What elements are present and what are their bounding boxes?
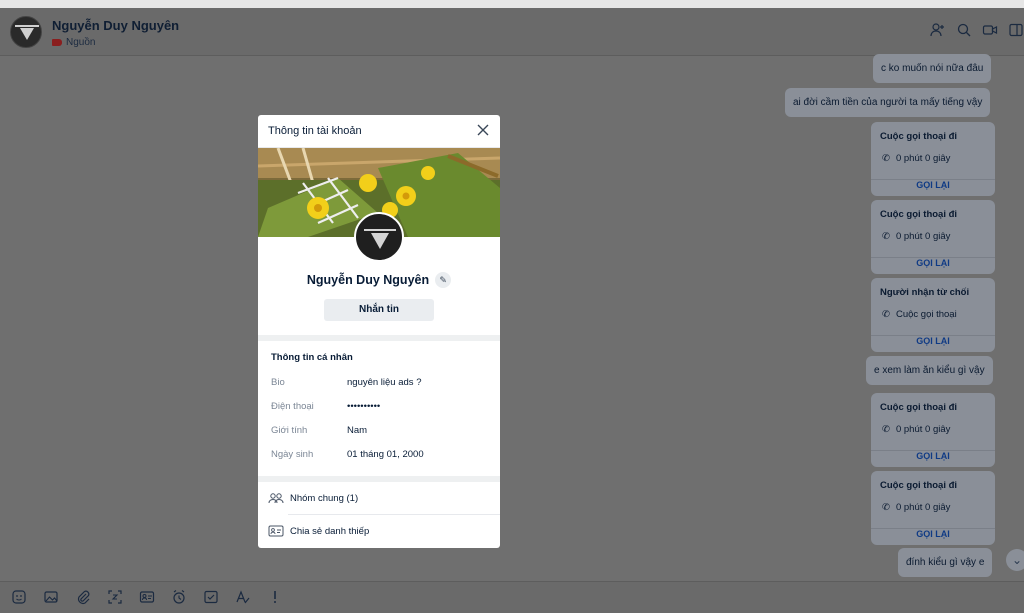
account-info-dialog: Thông tin tài khoản Nguyễn Duy Nguyên ✎ — [258, 115, 500, 548]
sidebar-toggle-icon[interactable] — [1008, 22, 1024, 38]
contact-card-icon[interactable] — [138, 589, 156, 607]
call-title: Người nhận từ chối — [880, 287, 970, 298]
chevron-down-icon: ⌄ — [1011, 553, 1023, 567]
call-back-button[interactable]: GỌI LẠI — [871, 450, 995, 461]
text-format-icon[interactable] — [234, 589, 252, 607]
phone-outgoing-icon: ✆ — [882, 231, 890, 242]
contact-card-icon — [268, 525, 284, 537]
attachment-icon[interactable] — [74, 589, 92, 607]
phone-outgoing-icon: ✆ — [882, 502, 890, 513]
share-card-row[interactable]: Chia sẻ danh thiếp — [268, 525, 369, 537]
task-check-icon[interactable] — [202, 589, 220, 607]
info-row-birthday: Ngày sinh 01 tháng 01, 2000 — [271, 449, 424, 460]
call-detail: ✆ 0 phút 0 giây — [882, 502, 951, 513]
call-bubble: Cuộc gọi thoại đi ✆ 0 phút 0 giây GỌI LẠI — [871, 122, 995, 196]
call-bubble: Cuộc gọi thoại đi ✆ 0 phút 0 giây GỌI LẠI — [871, 200, 995, 274]
search-icon[interactable] — [956, 22, 972, 38]
message-text: e xem làm ăn kiểu gì vậy — [874, 365, 985, 376]
call-back-button[interactable]: GỌI LẠI — [871, 179, 995, 190]
chat-header: Nguyễn Duy Nguyên Nguồn — [0, 8, 1024, 56]
info-row-phone: Điện thoại •••••••••• — [271, 401, 380, 412]
contact-avatar[interactable] — [10, 16, 42, 48]
row-divider — [288, 514, 500, 515]
sticker-icon[interactable] — [10, 589, 28, 607]
call-back-button[interactable]: GỌI LẠI — [871, 335, 995, 346]
reminder-clock-icon[interactable] — [170, 589, 188, 607]
video-call-icon[interactable] — [982, 22, 998, 38]
message-bubble[interactable]: đính kiểu gì vậy e — [898, 548, 993, 577]
call-title: Cuộc gọi thoại đi — [880, 480, 958, 491]
dialog-title: Thông tin tài khoản — [268, 125, 362, 137]
send-message-button[interactable]: Nhắn tin — [324, 299, 434, 321]
info-label: Ngày sinh — [271, 449, 314, 460]
header-actions — [930, 22, 1024, 38]
composer-toolbar — [0, 581, 1024, 613]
profile-avatar[interactable] — [354, 212, 404, 262]
call-bubble: Cuộc gọi thoại đi ✆ 0 phút 0 giây GỌI LẠI — [871, 393, 995, 467]
profile-name-row: Nguyễn Duy Nguyên ✎ — [258, 272, 500, 288]
call-back-button[interactable]: GỌI LẠI — [871, 528, 995, 539]
image-icon[interactable] — [42, 589, 60, 607]
info-value: Nam — [347, 425, 368, 436]
contact-tag[interactable]: Nguồn — [52, 37, 95, 48]
message-bubble[interactable]: e xem làm ăn kiểu gì vậy — [866, 356, 993, 385]
call-back-button[interactable]: GỌI LẠI — [871, 257, 995, 268]
info-value: •••••••••• — [347, 401, 381, 412]
call-title: Cuộc gọi thoại đi — [880, 131, 958, 142]
info-value: 01 tháng 01, 2000 — [347, 449, 424, 460]
message-text: c ko muốn nói nữa đâu — [881, 63, 984, 74]
call-bubble: Người nhận từ chối ✆ Cuộc gọi thoại GỌI L… — [871, 278, 995, 352]
common-groups-label: Nhóm chung (1) — [290, 492, 359, 504]
tag-icon — [52, 39, 62, 46]
info-value: nguyên liệu ads ? — [347, 377, 422, 388]
info-row-gender: Giới tính Nam — [271, 425, 367, 436]
close-icon[interactable] — [474, 121, 492, 139]
info-label: Bio — [271, 377, 285, 388]
tag-label: Nguồn — [66, 37, 96, 48]
edit-pencil-icon[interactable]: ✎ — [435, 272, 452, 288]
message-text: đính kiểu gì vậy e — [906, 557, 985, 568]
common-groups-row[interactable]: Nhóm chung (1) — [268, 492, 358, 504]
contact-name[interactable]: Nguyễn Duy Nguyên — [52, 18, 179, 33]
section-divider — [258, 335, 500, 341]
message-bubble[interactable]: ai đời cầm tiền của người ta mấy tiếng v… — [785, 88, 991, 117]
urgent-icon[interactable] — [266, 589, 284, 607]
personal-info-heading: Thông tin cá nhân — [271, 352, 353, 363]
info-label: Giới tính — [271, 425, 308, 436]
group-users-icon — [268, 492, 284, 504]
call-detail: ✆ 0 phút 0 giây — [882, 424, 951, 435]
call-bubble: Cuộc gọi thoại đi ✆ 0 phút 0 giây GỌI LẠI — [871, 471, 995, 545]
phone-outgoing-icon: ✆ — [882, 153, 890, 164]
call-detail: ✆ 0 phút 0 giây — [882, 153, 951, 164]
profile-name: Nguyễn Duy Nguyên — [306, 273, 430, 287]
window-top-strip — [0, 0, 1024, 8]
call-detail: ✆ Cuộc gọi thoại — [882, 309, 957, 320]
info-row-bio: Bio nguyên liệu ads ? — [271, 377, 421, 388]
phone-outgoing-icon: ✆ — [882, 424, 890, 435]
call-detail: ✆ 0 phút 0 giây — [882, 231, 951, 242]
message-text: ai đời cầm tiền của người ta mấy tiếng v… — [793, 97, 983, 108]
screenshot-icon[interactable] — [106, 589, 124, 607]
message-bubble[interactable]: c ko muốn nói nữa đâu — [873, 54, 992, 83]
share-card-label: Chia sẻ danh thiếp — [290, 525, 370, 537]
phone-declined-icon: ✆ — [882, 309, 890, 320]
add-member-icon[interactable] — [930, 22, 946, 38]
dialog-header: Thông tin tài khoản — [258, 115, 500, 148]
section-divider — [258, 476, 500, 482]
call-title: Cuộc gọi thoại đi — [880, 209, 958, 220]
call-title: Cuộc gọi thoại đi — [880, 402, 958, 413]
scroll-down-button[interactable]: ⌄ — [1006, 549, 1024, 571]
info-label: Điện thoại — [271, 401, 314, 412]
